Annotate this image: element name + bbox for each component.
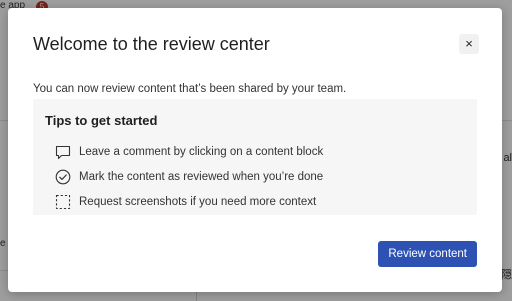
welcome-dialog: Welcome to the review center × You can n… <box>8 8 502 292</box>
tip-text: Request screenshots if you need more con… <box>79 196 317 208</box>
tip-item: Request screenshots if you need more con… <box>55 193 316 211</box>
tips-heading: Tips to get started <box>45 113 158 128</box>
close-icon: × <box>465 36 473 51</box>
tips-panel: Tips to get started Leave a comment by c… <box>33 99 477 215</box>
check-circle-icon <box>55 169 71 185</box>
tip-text: Mark the content as reviewed when you’re… <box>79 171 324 183</box>
screenshot-icon <box>55 194 71 210</box>
comment-icon <box>55 144 71 160</box>
tip-text: Leave a comment by clicking on a content… <box>79 146 324 158</box>
tip-item: Leave a comment by clicking on a content… <box>55 143 323 161</box>
dialog-title: Welcome to the review center <box>33 34 270 54</box>
review-content-button[interactable]: Review content <box>378 241 477 267</box>
dialog-description: You can now review content that’s been s… <box>33 83 347 95</box>
tip-item: Mark the content as reviewed when you’re… <box>55 168 323 186</box>
close-button[interactable]: × <box>459 34 479 54</box>
page: e app 5 al 隠 e Welcome to the review cen… <box>0 0 512 301</box>
